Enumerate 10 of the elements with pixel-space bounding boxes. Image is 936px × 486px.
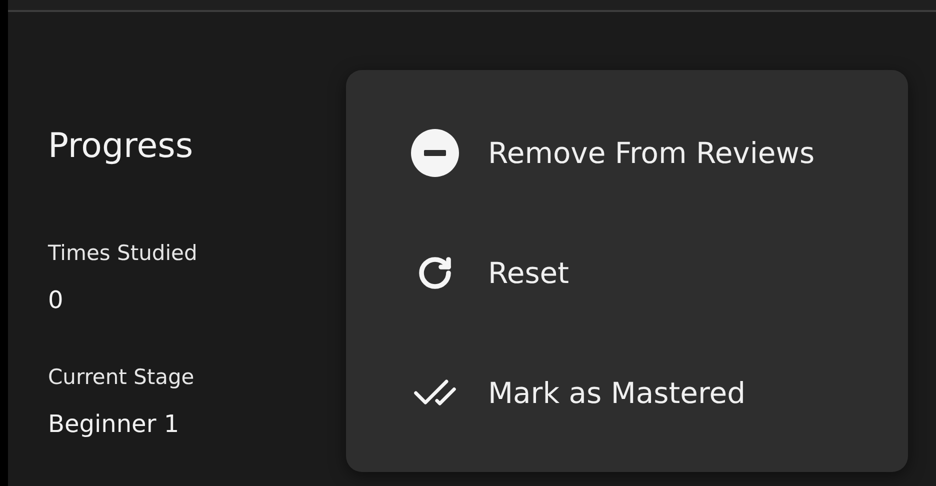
stat-value: Beginner 1 — [48, 409, 180, 440]
stat-label: Times Studied — [48, 240, 198, 267]
menu-item[interactable]: Remove From Reviews — [346, 93, 908, 213]
minus-circle-icon — [411, 129, 459, 177]
stat-label: Current Stage — [48, 364, 194, 391]
menu-item[interactable]: Mark as Mastered — [346, 333, 908, 453]
menu-item[interactable]: Reset — [346, 213, 908, 333]
refresh-icon — [417, 255, 453, 291]
stat-value: 0 — [48, 285, 64, 316]
section-title: Progress — [48, 125, 194, 168]
